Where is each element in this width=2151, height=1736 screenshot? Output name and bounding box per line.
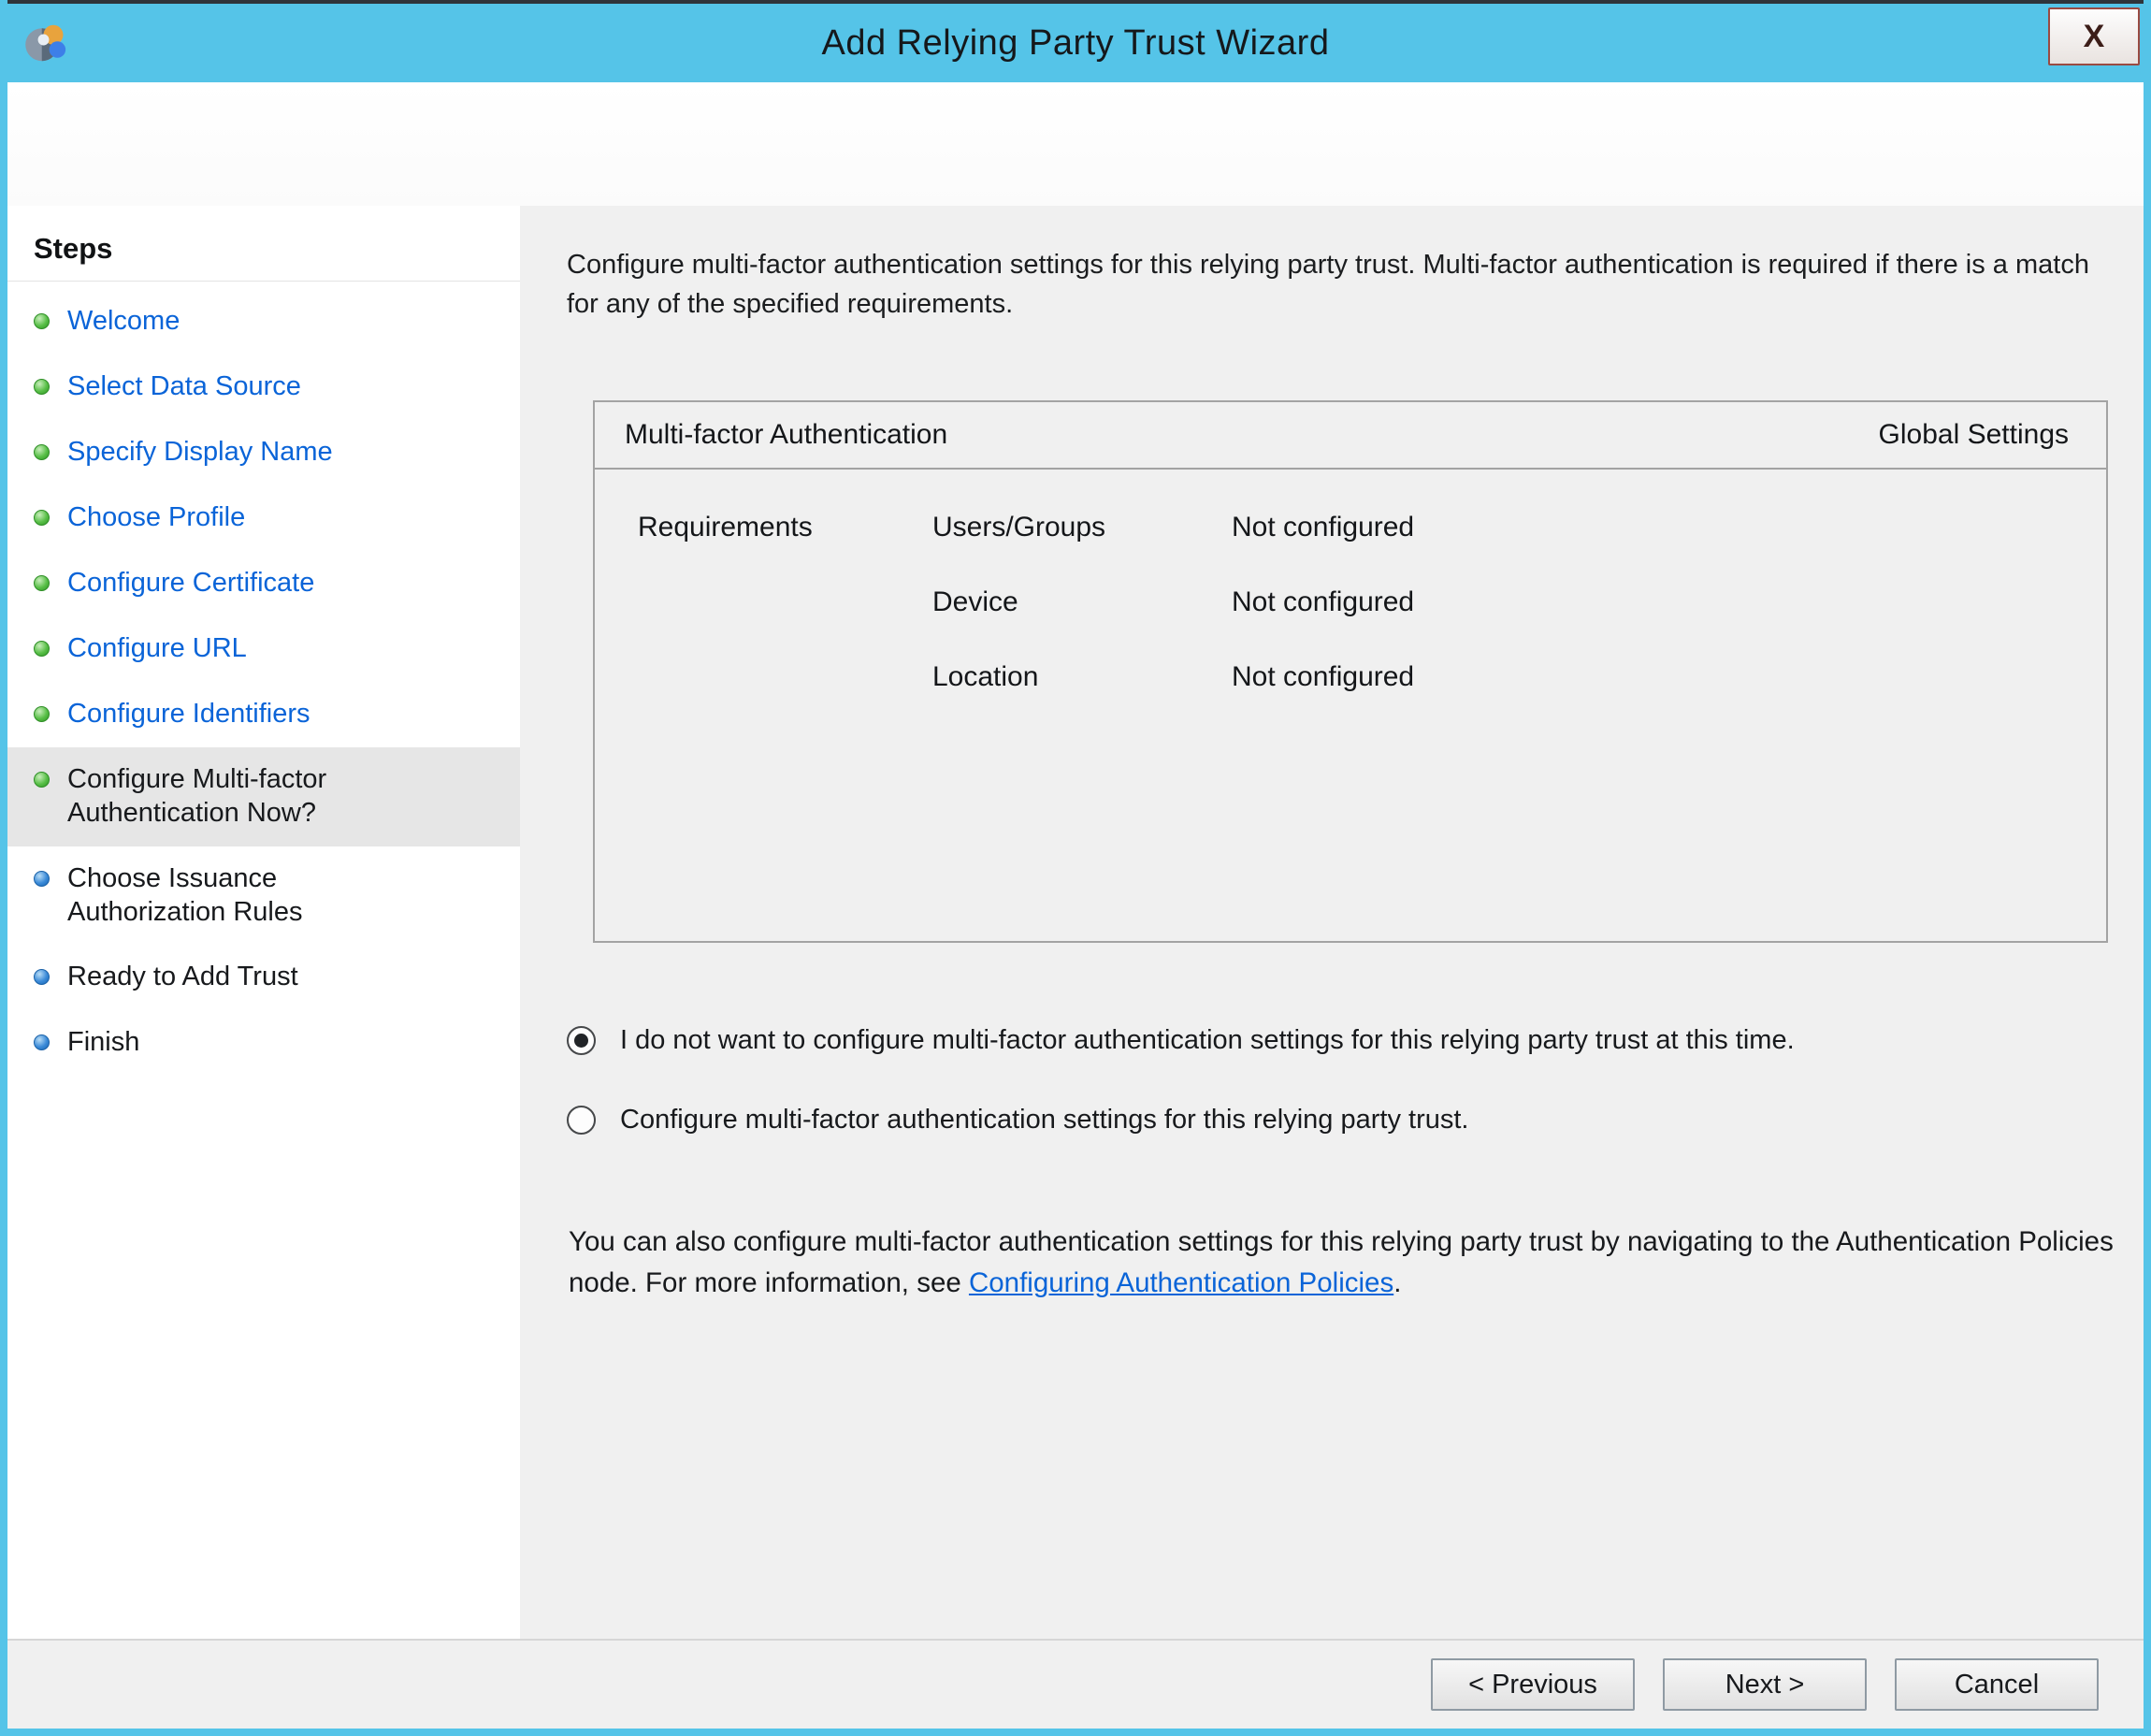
step-status-dot — [34, 379, 50, 395]
step-label: Ready to Add Trust — [67, 961, 298, 994]
mfa-panel-body: Requirements Users/Groups Not configured… — [595, 470, 2106, 736]
table-row: Location Not configured — [638, 661, 2106, 736]
wizard-window: Add Relying Party Trust Wizard X Steps W… — [0, 0, 2151, 1736]
step-status-dot — [34, 871, 50, 887]
adfs-app-icon — [21, 17, 73, 69]
mfa-settings-panel: Multi-factor Authentication Global Setti… — [593, 400, 2108, 943]
requirement-value: Not configured — [1232, 586, 2106, 618]
radio-button-icon[interactable] — [567, 1026, 596, 1055]
table-row: Requirements Users/Groups Not configured — [638, 512, 2106, 586]
mfa-panel-title: Multi-factor Authentication — [625, 419, 947, 451]
requirement-value: Not configured — [1232, 512, 2106, 543]
step-choose-profile[interactable]: Choose Profile — [7, 485, 520, 551]
step-status-dot — [34, 313, 50, 329]
radio-button-icon[interactable] — [567, 1106, 596, 1135]
step-status-dot — [34, 510, 50, 526]
note-text-end: . — [1393, 1267, 1401, 1298]
requirement-name: Device — [932, 586, 1232, 618]
step-select-data-source[interactable]: Select Data Source — [7, 354, 520, 420]
step-configure-url[interactable]: Configure URL — [7, 616, 520, 682]
step-label: Configure Certificate — [67, 567, 314, 600]
requirements-label: Requirements — [638, 512, 932, 543]
previous-button[interactable]: < Previous — [1431, 1658, 1635, 1711]
steps-heading: Steps — [7, 232, 520, 282]
step-status-dot — [34, 1034, 50, 1050]
wizard-page-content: Configure multi-factor authentication se… — [520, 206, 2144, 1639]
step-specify-display-name[interactable]: Specify Display Name — [7, 420, 520, 485]
radio-configure-mfa-label: Configure multi-factor authentication se… — [620, 1105, 1468, 1136]
requirement-value: Not configured — [1232, 661, 2106, 693]
step-configure-identifiers[interactable]: Configure Identifiers — [7, 682, 520, 747]
radio-skip-mfa-label: I do not want to configure multi-factor … — [620, 1025, 1795, 1056]
mfa-panel-header: Multi-factor Authentication Global Setti… — [595, 402, 2106, 470]
step-status-dot — [34, 772, 50, 788]
step-status-dot — [34, 641, 50, 657]
global-settings-label: Global Settings — [1879, 419, 2069, 451]
step-status-dot — [34, 969, 50, 985]
step-ready-to-add-trust: Ready to Add Trust — [7, 945, 520, 1010]
radio-configure-mfa[interactable]: Configure multi-factor authentication se… — [567, 1105, 2115, 1136]
close-button[interactable]: X — [2048, 7, 2140, 65]
additional-info-note: You can also configure multi-factor auth… — [569, 1222, 2115, 1305]
step-welcome[interactable]: Welcome — [7, 289, 520, 354]
step-label: Finish — [67, 1026, 139, 1060]
step-label: Configure URL — [67, 632, 247, 666]
requirement-name: Users/Groups — [932, 512, 1232, 543]
step-status-dot — [34, 444, 50, 460]
step-label: Specify Display Name — [67, 436, 333, 470]
requirement-name: Location — [932, 661, 1232, 693]
steps-sidebar: Steps Welcome Select Data Source Specify… — [7, 206, 520, 1639]
step-label: Choose Issuance Authorization Rules — [67, 862, 390, 930]
configuring-authentication-policies-link[interactable]: Configuring Authentication Policies — [969, 1267, 1393, 1298]
window-title: Add Relying Party Trust Wizard — [822, 23, 1330, 64]
header-band — [7, 82, 2144, 206]
step-finish: Finish — [7, 1010, 520, 1076]
next-button[interactable]: Next > — [1663, 1658, 1867, 1711]
radio-skip-mfa[interactable]: I do not want to configure multi-factor … — [567, 1025, 2115, 1056]
step-configure-mfa-now: Configure Multi-factor Authentication No… — [7, 747, 520, 846]
step-status-dot — [34, 575, 50, 591]
page-description: Configure multi-factor authentication se… — [567, 245, 2115, 324]
wizard-button-bar: < Previous Next > Cancel — [7, 1639, 2144, 1729]
step-label: Configure Identifiers — [67, 698, 310, 731]
step-label: Choose Profile — [67, 501, 245, 535]
step-status-dot — [34, 706, 50, 722]
cancel-button[interactable]: Cancel — [1895, 1658, 2099, 1711]
step-label: Configure Multi-factor Authentication No… — [67, 763, 390, 831]
step-configure-certificate[interactable]: Configure Certificate — [7, 551, 520, 616]
title-bar: Add Relying Party Trust Wizard X — [7, 0, 2144, 82]
step-label: Welcome — [67, 305, 180, 339]
table-row: Device Not configured — [638, 586, 2106, 661]
step-label: Select Data Source — [67, 370, 301, 404]
step-choose-issuance-authorization-rules: Choose Issuance Authorization Rules — [7, 846, 520, 946]
